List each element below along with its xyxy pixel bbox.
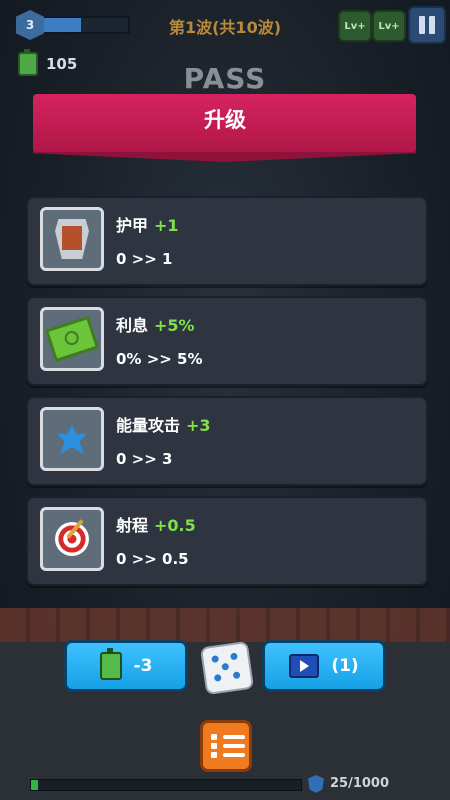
pass-status: PASS — [183, 62, 267, 95]
wave-progress-fill — [31, 780, 38, 790]
video-play-icon — [289, 654, 320, 678]
upgrade-option-title: 射程 +0.5 — [116, 516, 196, 535]
wave-progress-bar — [30, 779, 302, 791]
lvplus-button-1[interactable]: Lv+ — [338, 10, 372, 42]
reroll-button[interactable]: -3 — [64, 640, 188, 692]
upgrade-change: 0 >> 0.5 — [116, 550, 189, 568]
upgrade-bonus: +5% — [154, 316, 195, 335]
wave-progress-text: 25/1000 — [330, 776, 390, 791]
upgrade-option-armor[interactable]: 护甲 +1 0 >> 1 — [26, 196, 428, 286]
upgrade-bonus: +0.5 — [154, 516, 196, 535]
upgrade-option-title: 护甲 +1 — [116, 216, 179, 235]
battery-icon — [99, 648, 122, 680]
floor-bricks — [0, 608, 450, 642]
energy-burst-icon — [40, 407, 104, 471]
upgrade-change: 0 >> 3 — [116, 450, 173, 468]
upgrade-option-energy-attack[interactable]: 能量攻击 +3 0 >> 3 — [26, 396, 428, 486]
upgrade-bonus: +1 — [154, 216, 179, 235]
pause-icon — [419, 16, 425, 34]
upgrade-change: 0 >> 1 — [116, 250, 173, 268]
reroll-cost: -3 — [133, 656, 153, 676]
upgrade-option-title: 能量攻击 +3 — [116, 416, 211, 435]
upgrade-bonus: +3 — [186, 416, 211, 435]
upgrade-option-range[interactable]: 射程 +0.5 0 >> 0.5 — [26, 496, 428, 586]
cash-stack-icon — [40, 307, 104, 371]
pause-button[interactable] — [408, 6, 446, 44]
armor-shield-icon — [40, 207, 104, 271]
lvplus-button-2[interactable]: Lv+ — [372, 10, 406, 42]
ad-reroll-button[interactable]: (1) — [262, 640, 386, 692]
target-arrow-icon — [40, 507, 104, 571]
upgrade-change: 0% >> 5% — [116, 350, 203, 368]
dice-icon — [199, 640, 255, 696]
menu-list-button[interactable] — [200, 720, 252, 772]
upgrade-title: 升级 — [204, 108, 246, 132]
upgrade-option-title: 利息 +5% — [116, 316, 195, 335]
ad-reroll-count: (1) — [331, 656, 359, 676]
upgrade-option-interest[interactable]: 利息 +5% 0% >> 5% — [26, 296, 428, 386]
